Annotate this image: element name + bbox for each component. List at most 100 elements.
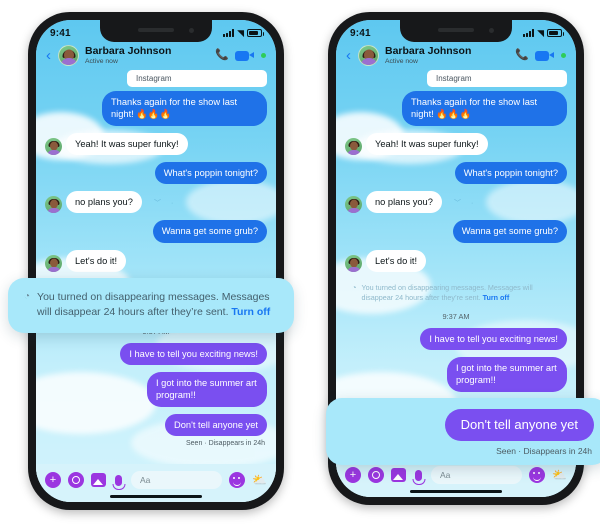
microphone-icon[interactable] [115, 474, 122, 486]
message-bubble[interactable]: Thanks again for the show last night! 🔥🔥… [402, 91, 567, 126]
avatar-body [360, 58, 377, 65]
message-bubble[interactable]: I got into the summer art program!! [447, 357, 567, 392]
message-row: I have to tell you exciting news! [45, 342, 267, 366]
message-bubble[interactable]: Thanks again for the show last night! 🔥🔥… [102, 91, 267, 126]
home-indicator [410, 490, 502, 493]
sender-avatar [45, 137, 62, 155]
status-indicators: ◥ [523, 28, 564, 38]
phone-call-icon[interactable]: 📞 [515, 50, 529, 61]
chat-header: ‹ Barbara Johnson Active now 📞 [336, 44, 576, 70]
disappearing-clock-icon: ◔ [24, 291, 31, 302]
message-input[interactable]: Aa [131, 471, 223, 489]
message-stream-left: Instagram Thanks again for the show last… [36, 70, 276, 447]
message-bubble[interactable]: Yeah! It was super funky! [66, 132, 188, 155]
message-bubble[interactable]: Don't tell anyone yet [165, 413, 267, 436]
message-stream-right-lower: 9:37 AM I have to tell you exciting news… [336, 304, 576, 392]
message-bubble[interactable]: Wanna get some grub? [452, 220, 567, 243]
plus-circle-icon[interactable]: + [345, 467, 361, 483]
contact-info[interactable]: Barbara Johnson Active now [85, 45, 209, 65]
callout-text: You turned on disappearing messages. Mes… [37, 290, 278, 320]
contact-info[interactable]: Barbara Johnson Active now [385, 45, 509, 65]
video-call-icon[interactable] [235, 50, 254, 61]
active-status-dot [261, 53, 266, 58]
message-row: Yeah! It was super funky! [345, 132, 567, 155]
microphone-icon[interactable] [415, 469, 422, 481]
phone-screen-left: ﹀ · 9:41 ◥ ‹ Barbara Johnson Active now … [36, 20, 276, 502]
message-bubble[interactable]: Let's do it! [66, 249, 127, 272]
gallery-icon[interactable] [391, 468, 406, 482]
sticker-icon[interactable]: ⛅ [552, 469, 567, 481]
message-row: Wanna get some grub? [345, 220, 567, 243]
gallery-icon[interactable] [91, 473, 106, 487]
message-bubble[interactable]: Yeah! It was super funky! [366, 132, 488, 155]
disappearing-banner-text: You turned on disappearing messages. Mes… [362, 283, 560, 304]
smiley-icon[interactable] [529, 467, 546, 483]
active-status-dot [561, 53, 566, 58]
message-input[interactable]: Aa [431, 466, 523, 484]
message-composer: + Aa ⛅ [36, 464, 276, 502]
composer-row: + Aa ⛅ [345, 466, 567, 484]
read-receipt: Seen · Disappears in 24h [186, 439, 265, 447]
message-bubble[interactable]: no plans you? [366, 191, 442, 214]
message-row: I got into the summer art program!! [45, 372, 267, 407]
message-row: What's poppin tonight? [45, 161, 267, 185]
source-label: Instagram [427, 70, 567, 87]
message-stream-right: Instagram Thanks again for the show last… [336, 70, 576, 272]
camera-icon[interactable] [368, 467, 384, 483]
disappearing-clock-icon: ◔ [352, 282, 357, 292]
header-actions: 📞 [215, 50, 266, 61]
battery-icon [247, 29, 264, 37]
message-row: Wanna get some grub? [45, 220, 267, 243]
contact-avatar[interactable] [358, 45, 379, 66]
message-bubble[interactable]: I have to tell you exciting news! [420, 327, 567, 350]
header-actions: 📞 [515, 50, 566, 61]
video-call-icon[interactable] [535, 50, 554, 61]
message-bubble[interactable]: What's poppin tonight? [154, 161, 267, 185]
phone-mockup-left: ﹀ · 9:41 ◥ ‹ Barbara Johnson Active now … [28, 12, 284, 510]
message-row: Thanks again for the show last night! 🔥🔥… [345, 91, 567, 126]
source-label: Instagram [127, 70, 267, 87]
smiley-icon[interactable] [229, 472, 246, 488]
sender-avatar [345, 137, 362, 155]
status-time: 9:41 [50, 27, 71, 39]
wifi-icon: ◥ [237, 27, 244, 38]
message-row: Don't tell anyone yet [45, 413, 267, 436]
avatar-body [60, 58, 77, 65]
signal-bars-icon [223, 29, 235, 37]
composer-row: + Aa ⛅ [45, 471, 267, 489]
highlighted-message-bubble[interactable]: Don't tell anyone yet [444, 409, 594, 442]
back-chevron-icon[interactable]: ‹ [346, 48, 351, 63]
sticker-icon[interactable]: ⛅ [252, 474, 267, 486]
message-bubble[interactable]: no plans you? [66, 191, 142, 214]
callout-body: ◔ You turned on disappearing messages. M… [24, 290, 278, 320]
contact-presence: Active now [85, 57, 118, 65]
message-row: I have to tell you exciting news! [345, 327, 567, 350]
turn-off-link[interactable]: Turn off [483, 293, 510, 302]
plus-circle-icon[interactable]: + [45, 472, 61, 488]
message-bubble[interactable]: What's poppin tonight? [454, 161, 567, 185]
message-bubble[interactable]: Wanna get some grub? [152, 220, 267, 243]
camera-icon[interactable] [68, 472, 84, 488]
sender-avatar [45, 254, 62, 272]
back-chevron-icon[interactable]: ‹ [46, 48, 51, 63]
contact-presence: Active now [385, 57, 418, 65]
contact-avatar[interactable] [58, 45, 79, 66]
front-camera [189, 28, 194, 33]
message-bubble[interactable]: I have to tell you exciting news! [120, 342, 267, 366]
message-row: no plans you? [45, 191, 267, 214]
turn-off-link[interactable]: Turn off [231, 306, 270, 318]
phone-call-icon[interactable]: 📞 [215, 50, 229, 61]
chat-header: ‹ Barbara Johnson Active now 📞 [36, 44, 276, 70]
message-row: I got into the summer art program!! [345, 357, 567, 392]
message-row: Thanks again for the show last night! 🔥🔥… [45, 91, 267, 126]
message-bubble[interactable]: I got into the summer art program!! [147, 372, 267, 407]
sender-avatar [45, 196, 62, 214]
message-row: Let's do it! [345, 249, 567, 272]
message-bubble[interactable]: Let's do it! [366, 249, 427, 272]
conversation-timestamp: 9:37 AM [442, 311, 470, 321]
message-row: Yeah! It was super funky! [45, 132, 267, 155]
home-indicator [110, 495, 202, 498]
signal-bars-icon [523, 29, 535, 37]
status-time: 9:41 [350, 27, 371, 39]
speaker-grille [138, 28, 174, 32]
